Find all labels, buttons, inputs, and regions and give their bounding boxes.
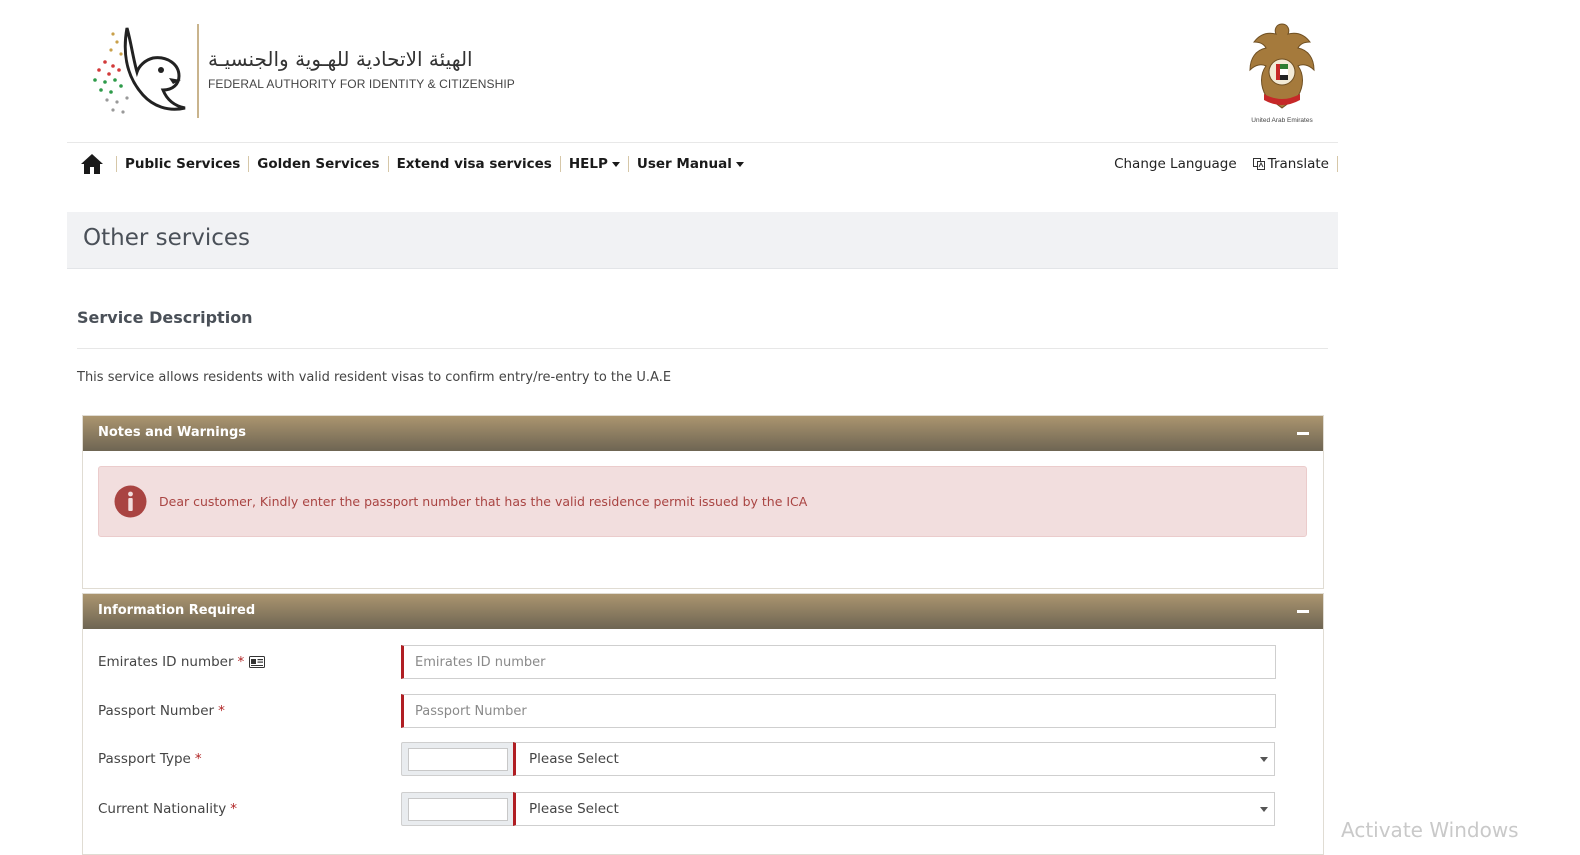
passport-type-selected: Please Select (529, 751, 619, 767)
passport-type-code-input[interactable] (408, 748, 508, 771)
nav-extend-visa-services[interactable]: Extend visa services (387, 156, 560, 172)
current-nationality-control: Please Select (401, 792, 1277, 826)
emblem-caption: United Arab Emirates (1251, 117, 1313, 124)
caret-down-icon (611, 161, 620, 167)
required-marker: * (218, 703, 225, 719)
translate-label: Translate (1267, 156, 1329, 172)
nav-help-label: HELP (568, 156, 608, 172)
nationality-code-input[interactable] (408, 798, 508, 821)
emirates-id-label: Emirates ID number * (98, 654, 266, 670)
passport-number-input[interactable] (401, 694, 1276, 728)
main-nav: Public Services Golden Services Extend v… (67, 143, 1338, 187)
notes-panel-title: Notes and Warnings (98, 425, 247, 440)
logo-divider (197, 24, 199, 118)
minus-icon (1297, 610, 1309, 613)
section-divider (77, 348, 1328, 349)
required-marker: * (194, 751, 202, 767)
information-required-panel: Information Required Emirates ID number … (82, 593, 1324, 855)
translate-link[interactable]: Translate (1245, 156, 1338, 172)
notes-warnings-panel: Notes and Warnings Dear customer, Kindly… (82, 415, 1324, 589)
current-nationality-select[interactable]: Please Select (513, 792, 1275, 826)
info-panel-header: Information Required (83, 594, 1323, 629)
nav-right: Change Language Translate (1106, 156, 1338, 172)
info-panel-title: Information Required (98, 603, 256, 618)
warning-alert: Dear customer, Kindly enter the passport… (98, 466, 1307, 537)
nav-help-dropdown[interactable]: HELP (559, 156, 628, 172)
caret-down-icon (735, 161, 744, 167)
notes-panel-header: Notes and Warnings (83, 416, 1323, 451)
emirates-id-input[interactable] (401, 645, 1276, 679)
passport-type-label: Passport Type * (98, 751, 202, 767)
logo-arabic-title: الهيئة الاتحادية للهـوية والجنسيـة (208, 47, 473, 71)
eagle-emblem-icon (1249, 23, 1315, 109)
page-title: Other services (83, 225, 250, 251)
passport-type-label-text: Passport Type (98, 751, 191, 767)
id-card-icon[interactable] (249, 656, 266, 668)
current-nationality-label: Current Nationality * (98, 801, 237, 817)
nav-extend-visa-label: Extend visa services (396, 156, 552, 172)
service-description: This service allows residents with valid… (77, 370, 672, 385)
home-icon[interactable] (80, 153, 104, 175)
passport-type-row: Passport Type * Please Select (98, 742, 1278, 776)
nav-golden-services-label: Golden Services (257, 156, 380, 172)
nav-user-manual-dropdown[interactable]: User Manual (627, 156, 752, 172)
page-title-bar: Other services (67, 212, 1338, 269)
section-title: Service Description (77, 308, 253, 327)
activate-windows-watermark: Activate Windows (1341, 818, 1519, 842)
site-header: الهيئة الاتحادية للهـوية والجنسيـة FEDER… (67, 0, 1338, 143)
passport-number-label: Passport Number * (98, 703, 225, 719)
nav-user-manual-label: User Manual (636, 156, 732, 172)
passport-type-select[interactable]: Please Select (513, 742, 1275, 776)
notes-collapse-button[interactable] (1289, 422, 1317, 445)
passport-type-code-wrap (401, 742, 515, 776)
logo-english-title: FEDERAL AUTHORITY FOR IDENTITY & CITIZEN… (208, 77, 515, 91)
current-nationality-label-text: Current Nationality (98, 801, 227, 817)
logo-text: الهيئة الاتحادية للهـوية والجنسيـة FEDER… (208, 46, 515, 91)
current-nationality-selected: Please Select (529, 801, 619, 817)
emirates-id-row: Emirates ID number * (98, 645, 1278, 679)
nationality-code-wrap (401, 792, 515, 826)
info-icon (114, 485, 147, 518)
alert-message: Dear customer, Kindly enter the passport… (159, 494, 808, 509)
info-collapse-button[interactable] (1289, 600, 1317, 623)
chevron-down-icon (1260, 807, 1268, 812)
falcon-logo-icon (93, 27, 186, 114)
chevron-down-icon (1260, 757, 1268, 762)
emirates-id-label-text: Emirates ID number (98, 654, 234, 670)
passport-number-row: Passport Number * (98, 694, 1278, 728)
translate-icon (1252, 158, 1265, 170)
minus-icon (1297, 432, 1309, 435)
nav-public-services-label: Public Services (125, 156, 241, 172)
uae-emblem: United Arab Emirates (1246, 18, 1318, 124)
nav-golden-services[interactable]: Golden Services (248, 156, 387, 172)
passport-number-label-text: Passport Number (98, 703, 215, 719)
current-nationality-row: Current Nationality * Please Select (98, 792, 1278, 826)
required-marker: * (237, 654, 245, 670)
nav-left: Public Services Golden Services Extend v… (80, 153, 752, 175)
change-language-link[interactable]: Change Language (1106, 156, 1245, 172)
passport-type-control: Please Select (401, 742, 1277, 776)
required-marker: * (230, 801, 238, 817)
page-container: الهيئة الاتحادية للهـوية والجنسيـة FEDER… (67, 0, 1338, 855)
nav-public-services[interactable]: Public Services (116, 156, 248, 172)
